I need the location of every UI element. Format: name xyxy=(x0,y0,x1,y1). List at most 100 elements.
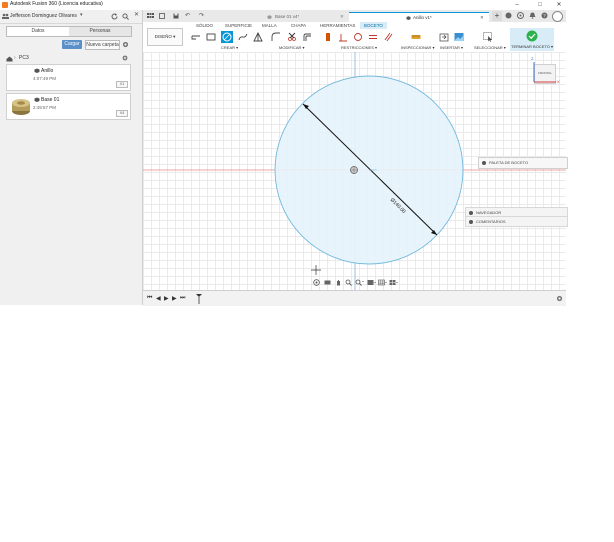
job-status-icon[interactable] xyxy=(517,12,524,19)
panel-toggle-icon[interactable] xyxy=(469,210,473,215)
close-tab-icon[interactable]: ✕ xyxy=(340,12,344,22)
grid-menu-icon[interactable] xyxy=(147,13,154,19)
search-icon[interactable] xyxy=(122,13,129,20)
file-thumbnail-empty xyxy=(9,67,35,87)
go-to-end-icon[interactable]: ⏭ xyxy=(180,295,185,302)
redo-icon[interactable]: ↷ xyxy=(199,12,204,19)
grid-settings-icon[interactable] xyxy=(378,279,387,286)
finish-sketch-button[interactable]: TERMINAR BOCETO ▾ xyxy=(510,28,554,51)
finish-sketch-label: TERMINAR BOCETO ▾ xyxy=(511,44,553,49)
timeline-bar: ⏮ ◀ ▶ ▶ ⏭ xyxy=(143,290,566,306)
file-name: Anillo xyxy=(41,68,54,74)
list-item[interactable]: Anillo 4:07:49 PM V1 xyxy=(6,64,131,91)
zoom-icon[interactable] xyxy=(345,279,352,286)
notifications-icon[interactable] xyxy=(529,12,536,19)
display-settings-icon[interactable] xyxy=(367,279,376,286)
play-icon[interactable]: ▶ xyxy=(164,295,169,302)
panel-toggle-icon[interactable] xyxy=(482,161,486,165)
tangent-constraint-icon[interactable] xyxy=(353,32,363,42)
tab-personas[interactable]: Personas xyxy=(69,27,131,36)
avatar[interactable] xyxy=(552,11,563,22)
user-name[interactable]: Jefferson Dominguez Olivares xyxy=(10,13,77,19)
save-icon[interactable] xyxy=(173,13,179,19)
group-inspeccionar[interactable]: INSPECCIONAR ▾ xyxy=(401,45,435,50)
breadcrumb[interactable]: PC3 xyxy=(19,55,29,61)
coincident-constraint-icon[interactable] xyxy=(338,32,348,42)
comments-panel[interactable]: COMENTARIOS xyxy=(465,216,568,227)
list-item[interactable]: Base 01 2:49:57 PM V4 xyxy=(6,93,131,120)
look-at-icon[interactable] xyxy=(324,279,331,286)
file-name: Base 01 xyxy=(41,97,60,103)
tab-base-01[interactable]: Base 01 v4* ✕ xyxy=(253,12,348,22)
file-thumbnail xyxy=(12,99,30,115)
new-project-icon[interactable] xyxy=(122,55,129,62)
close-icon[interactable]: ✕ xyxy=(552,0,566,10)
parallel-constraint-icon[interactable] xyxy=(383,32,393,42)
insert-derive-icon[interactable] xyxy=(439,32,449,42)
version-badge[interactable]: V1 xyxy=(116,81,128,88)
fillet-tool-icon[interactable] xyxy=(271,32,281,42)
undo-icon[interactable]: ↶ xyxy=(185,12,190,19)
refresh-icon[interactable] xyxy=(111,13,118,20)
line-tool-icon[interactable] xyxy=(191,32,201,42)
group-crear[interactable]: CREAR ▾ xyxy=(221,45,238,50)
offset-tool-icon[interactable] xyxy=(302,32,312,42)
close-panel-icon[interactable]: ✕ xyxy=(134,11,139,18)
step-forward-icon[interactable]: ▶ xyxy=(172,295,177,302)
fit-zoom-icon[interactable] xyxy=(355,279,364,286)
comments-title: COMENTARIOS xyxy=(476,219,506,224)
polygon-tool-icon[interactable] xyxy=(253,32,263,42)
sketch-geometry xyxy=(143,52,566,290)
gear-icon[interactable] xyxy=(122,41,129,48)
browser-title: NAVEGADOR xyxy=(476,210,502,215)
group-seleccionar[interactable]: SELECCIONAR ▾ xyxy=(474,45,506,50)
help-icon[interactable]: ? xyxy=(541,12,548,19)
go-to-start-icon[interactable]: ⏮ xyxy=(147,295,152,302)
group-restricciones[interactable]: RESTRICCIONES ▾ xyxy=(341,45,377,50)
user-bar: Jefferson Dominguez Olivares ▾ ✕ xyxy=(0,10,142,24)
tab-superficie[interactable]: SUPERFICIE xyxy=(225,23,252,28)
tab-malla[interactable]: MALLA xyxy=(262,23,277,28)
orbit-icon[interactable] xyxy=(313,279,320,286)
extensions-icon[interactable] xyxy=(505,12,512,19)
new-tab-button[interactable]: + xyxy=(492,11,502,21)
home-icon[interactable] xyxy=(6,56,13,62)
upload-button[interactable]: Cargar xyxy=(62,40,82,49)
tab-datos[interactable]: Datos xyxy=(7,27,70,36)
x-axis-label: X xyxy=(557,79,560,84)
tab-solido[interactable]: SÓLIDO xyxy=(196,23,213,28)
pan-hand-icon[interactable] xyxy=(335,279,342,286)
design-file-icon xyxy=(34,97,40,102)
group-modificar[interactable]: MODIFICAR ▾ xyxy=(279,45,305,50)
minimize-icon[interactable]: – xyxy=(510,0,524,10)
viewports-icon[interactable] xyxy=(389,279,398,286)
tab-boceto[interactable]: BOCETO xyxy=(360,22,387,29)
tab-herramientas[interactable]: HERRAMIENTAS xyxy=(320,23,355,28)
insert-image-icon[interactable] xyxy=(454,32,464,42)
chevron-down-icon[interactable]: ▾ xyxy=(80,12,83,18)
rectangle-tool-icon[interactable] xyxy=(206,32,216,42)
circle-tool-icon[interactable] xyxy=(221,31,233,43)
maximize-icon[interactable]: □ xyxy=(533,0,547,10)
trim-tool-icon[interactable] xyxy=(287,32,297,42)
version-badge[interactable]: V4 xyxy=(116,110,128,117)
equal-constraint-icon[interactable] xyxy=(368,32,378,42)
file-menu-icon[interactable] xyxy=(159,13,165,19)
tab-chapa[interactable]: CHAPA xyxy=(291,23,306,28)
sketch-palette-panel[interactable]: PALETA DE BOCETO xyxy=(478,157,568,169)
timeline-settings-icon[interactable] xyxy=(556,295,563,302)
timeline-marker-icon[interactable] xyxy=(195,293,203,305)
panel-toggle-icon[interactable] xyxy=(469,219,473,224)
file-date: 2:49:57 PM xyxy=(33,105,57,110)
horizontal-constraint-icon[interactable] xyxy=(323,32,333,42)
measure-tool-icon[interactable] xyxy=(411,32,421,42)
fusion-app-icon xyxy=(2,2,8,8)
select-tool-icon[interactable] xyxy=(483,32,493,42)
design-tab-icon xyxy=(267,15,272,19)
workspace-selector[interactable]: DISEÑO ▾ xyxy=(147,28,183,46)
sketch-canvas[interactable]: Ø140.00 FRONTAL X Z xyxy=(143,52,566,290)
new-folder-button[interactable]: Nueva carpeta xyxy=(85,40,120,50)
spline-tool-icon[interactable] xyxy=(238,32,248,42)
step-back-icon[interactable]: ◀ xyxy=(156,295,161,302)
group-insertar[interactable]: INSERTAR ▾ xyxy=(440,45,463,50)
